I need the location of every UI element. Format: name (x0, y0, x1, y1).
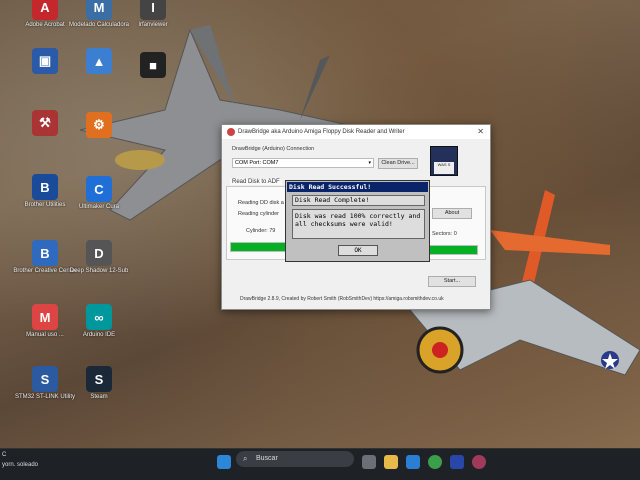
desktop-icon-gear-app[interactable]: ⚙ (64, 112, 134, 138)
brother-icon: B (32, 174, 58, 200)
tab-read-disk-to-adf[interactable]: Read Disk to ADF (230, 179, 282, 185)
about-button[interactable]: About (432, 208, 472, 219)
acrobat-icon: A (32, 0, 58, 20)
popup-title: Disk Read Successful! (287, 182, 428, 192)
app-blue-icon[interactable] (450, 455, 464, 469)
wrench-icon: ⚒ (32, 110, 58, 136)
taskbar-search-box[interactable]: Buscar (236, 451, 354, 467)
search-icon: ⌕ (243, 454, 248, 463)
desktop-icon-deep-shadow[interactable]: D Deep Shadow 12-Sub (64, 240, 134, 275)
task-view-icon[interactable] (362, 455, 376, 469)
desktop-icon-arduino-ide[interactable]: ∞ Arduino IDE (64, 304, 134, 339)
desktop-icon-label: Ultimaker Cura (78, 204, 119, 210)
desktop-icon-monitor[interactable]: ■ (118, 52, 188, 78)
desktop-icon-label: Steam (90, 394, 108, 400)
camera-icon: ▣ (32, 48, 58, 74)
taskbar-weather-time: C (2, 452, 7, 458)
drawbridge-taskbar-icon[interactable] (472, 455, 486, 469)
window-title: DrawBridge aka Arduino Amiga Floppy Disk… (238, 129, 405, 135)
floppy-disk-label: WAS S (434, 162, 454, 174)
desktop-icon-label: Arduino IDE (82, 332, 116, 338)
disk-read-popup: Disk Read Successful! Disk Read Complete… (285, 180, 430, 262)
popup-body-line1: Disk was read 100% correctly and (295, 212, 421, 220)
window-title-bar[interactable]: DrawBridge aka Arduino Amiga Floppy Disk… (222, 125, 490, 139)
taskbar-weather: yorn. soleado (2, 462, 39, 468)
arduino-icon: ∞ (86, 304, 112, 330)
progress-bar-left (230, 242, 286, 252)
gear-icon: ⚙ (86, 112, 112, 138)
popup-heading: Disk Read Complete! (292, 195, 425, 206)
footer-credits: DrawBridge 2.8.9, Created by Robert Smit… (240, 296, 444, 302)
chevron-down-icon: ▾ (368, 160, 371, 166)
cylinder-label: Cylinder: 79 (246, 228, 276, 234)
stm32-icon: S (32, 366, 58, 392)
popup-body: Disk was read 100% correctly and all che… (292, 209, 425, 239)
compass-icon: ▲ (86, 48, 112, 74)
com-port-value: COM7 (262, 160, 279, 166)
cura-icon: C (86, 176, 112, 202)
reading-dd-label: Reading DD disk a (238, 200, 284, 206)
store-icon[interactable] (406, 455, 420, 469)
shadow-icon: D (86, 240, 112, 266)
ok-button[interactable]: OK (338, 245, 378, 256)
desktop-icon-ultimaker-cura[interactable]: C Ultimaker Cura (64, 176, 134, 211)
desktop-icon-irfanviewer[interactable]: I Irfanviewer (118, 0, 188, 29)
progress-bar-right (428, 245, 478, 255)
monitor-icon: ■ (140, 52, 166, 78)
steam-icon: S (86, 366, 112, 392)
desktop-icon-label: Irfanviewer (138, 22, 168, 28)
desktop-icon-label: Deep Shadow 12-Sub (69, 268, 129, 274)
close-icon[interactable]: ✕ (477, 127, 484, 136)
windows-start-icon[interactable] (217, 455, 231, 469)
progress-fill (231, 243, 285, 251)
progress-fill (429, 246, 477, 254)
com-port-label-inline: COM Port: (235, 160, 261, 166)
creative-center-icon: B (32, 240, 58, 266)
connection-group-label: DrawBridge (Arduino) Connection (232, 146, 315, 152)
clean-drive-button[interactable]: Clean Drive... (378, 158, 418, 169)
start-button[interactable]: Start... (428, 276, 476, 287)
chrome-icon[interactable] (428, 455, 442, 469)
com-port-select[interactable]: COM Port: COM7 ▾ (232, 158, 374, 168)
file-explorer-icon[interactable] (384, 455, 398, 469)
popup-body-line2: all checksums were valid! (295, 220, 393, 228)
pdf-icon: M (32, 304, 58, 330)
viewer-icon: I (140, 0, 166, 20)
reading-cylinder-label: Reading cylinder (238, 211, 279, 217)
calculator-icon: M (86, 0, 112, 20)
sectors-label: Sectors: 0 (432, 231, 457, 237)
desktop-icon-steam[interactable]: S Steam (64, 366, 134, 401)
app-icon (227, 128, 235, 136)
